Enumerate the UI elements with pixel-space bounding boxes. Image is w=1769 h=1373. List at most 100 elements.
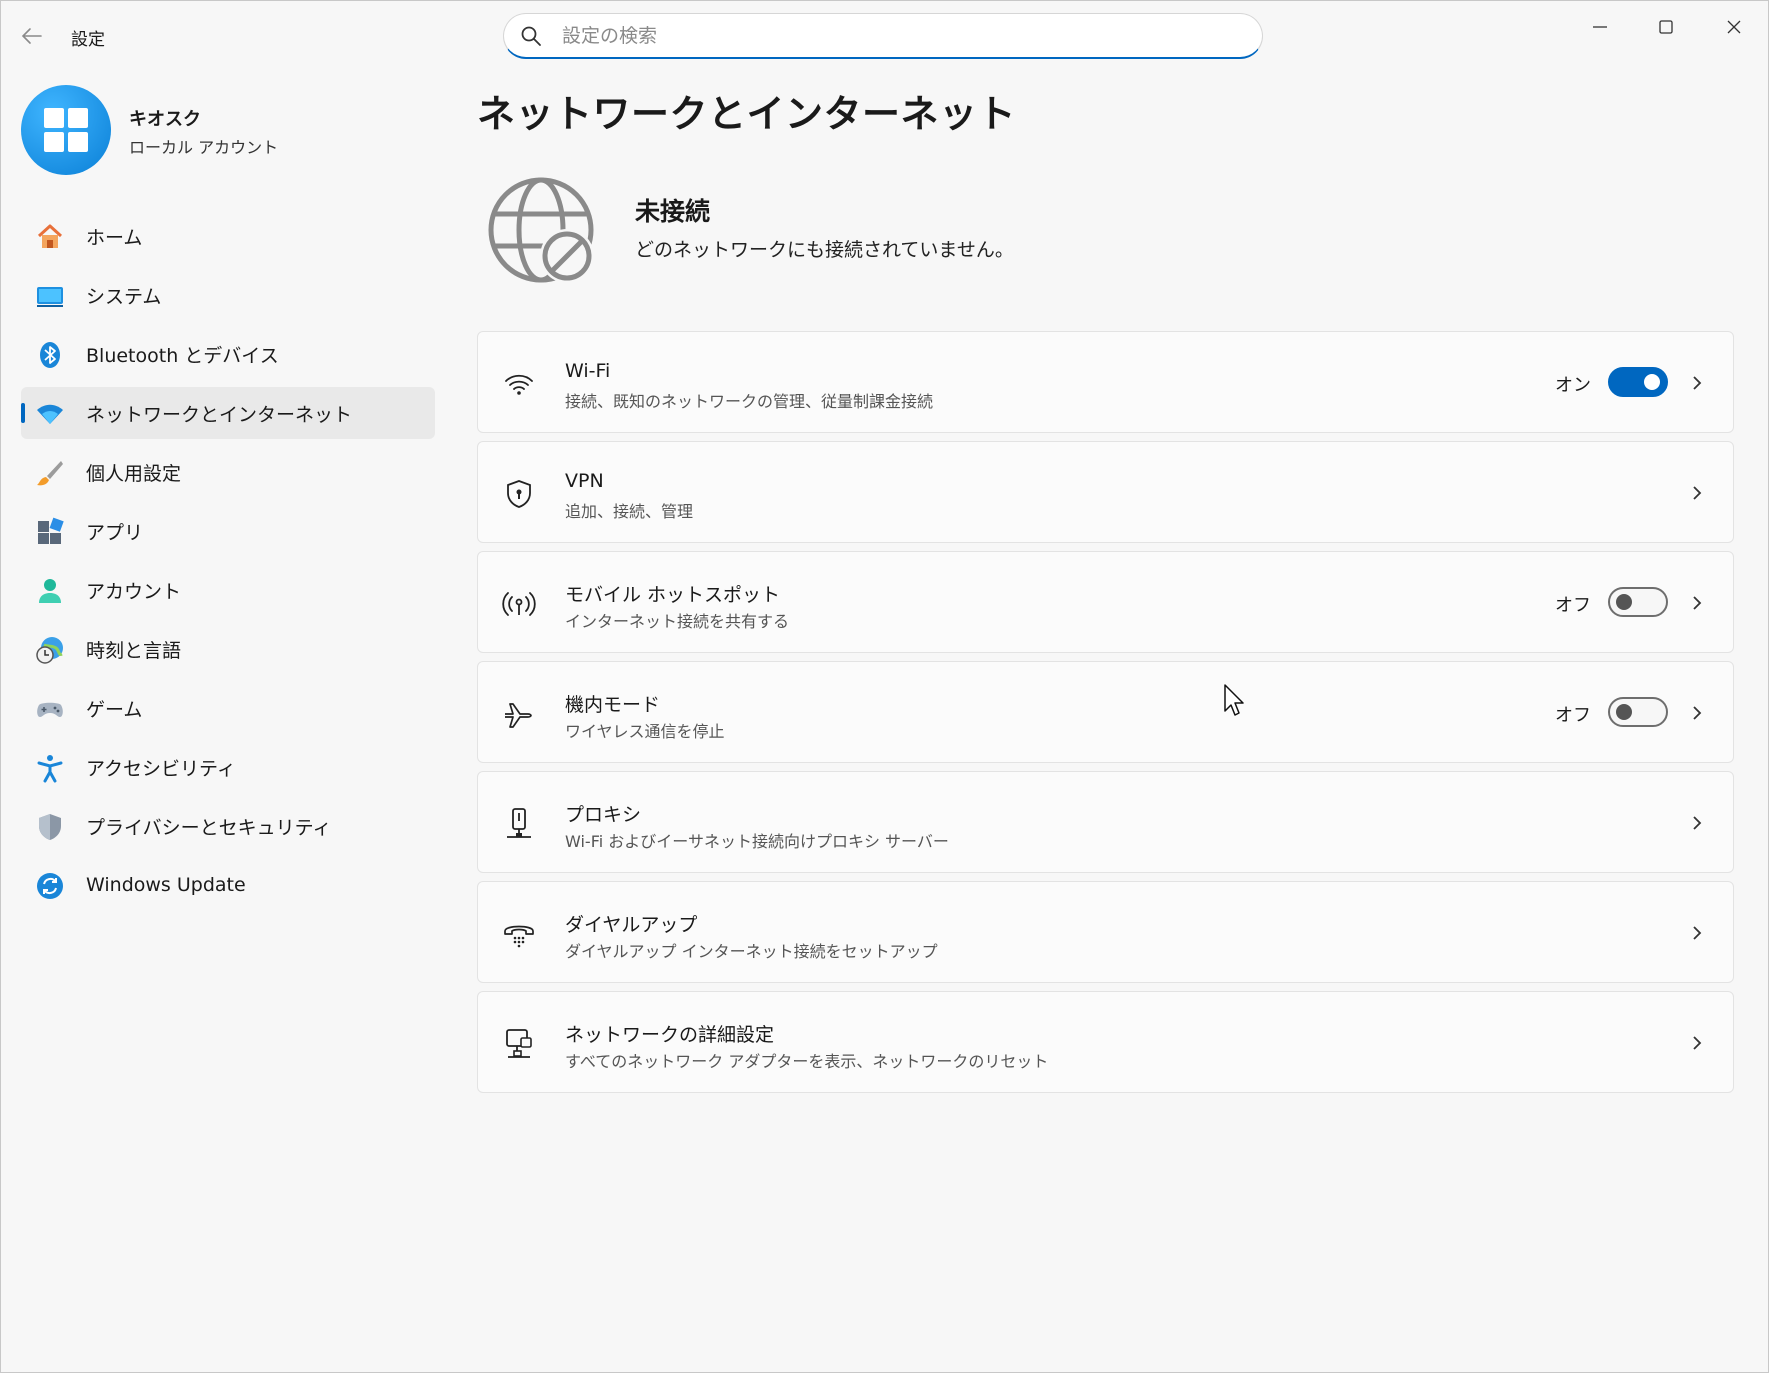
sidebar-item-system[interactable]: システム: [21, 269, 435, 321]
chevron-right-icon: [1693, 706, 1702, 720]
profile-account-type: ローカル アカウント: [129, 138, 279, 157]
sidebar-item-label: プライバシーとセキュリティ: [86, 816, 332, 839]
card-airplane-mode[interactable]: 機内モード ワイヤレス通信を停止 オフ: [477, 661, 1734, 763]
card-title: モバイル ホットスポット: [565, 584, 781, 606]
sidebar-item-label: Bluetooth とデバイス: [86, 344, 279, 367]
windows-logo-icon: [44, 108, 88, 152]
card-subtitle: すべてのネットワーク アダプターを表示、ネットワークのリセット: [565, 1052, 1049, 1071]
gamepad-icon: [37, 702, 63, 717]
wifi-toggle[interactable]: [1608, 367, 1668, 397]
home-icon: [37, 224, 63, 248]
sidebar-item-network[interactable]: ネットワークとインターネット: [21, 387, 435, 439]
close-button[interactable]: [1714, 13, 1754, 41]
sidebar-item-label: システム: [86, 285, 162, 308]
card-vpn[interactable]: VPN 追加、接続、管理: [477, 441, 1734, 543]
hotspot-toggle[interactable]: [1608, 587, 1668, 617]
card-title: ネットワークの詳細設定: [565, 1024, 775, 1046]
card-title: Wi-Fi: [565, 360, 611, 382]
app-title: 設定: [71, 30, 105, 50]
card-advanced-network-settings[interactable]: ネットワークの詳細設定 すべてのネットワーク アダプターを表示、ネットワークのリ…: [477, 991, 1734, 1093]
card-mobile-hotspot[interactable]: モバイル ホットスポット インターネット接続を共有する オフ: [477, 551, 1734, 653]
airplane-icon: [505, 703, 532, 728]
card-title: VPN: [565, 470, 604, 492]
card-subtitle: ワイヤレス通信を停止: [565, 722, 725, 741]
chevron-right-icon: [1693, 486, 1702, 500]
toggle-state-label: オフ: [1555, 705, 1591, 726]
sidebar-item-personalization[interactable]: 個人用設定: [21, 446, 435, 498]
sidebar-item-label: ネットワークとインターネット: [86, 403, 353, 426]
bluetooth-icon: [40, 342, 60, 368]
proxy-icon: [507, 808, 531, 838]
card-title: ダイヤルアップ: [565, 914, 698, 936]
wifi-icon: [505, 374, 533, 395]
chevron-right-icon: [1693, 1036, 1702, 1050]
card-title: プロキシ: [565, 804, 642, 826]
sidebar-item-privacy-security[interactable]: プライバシーとセキュリティ: [21, 800, 435, 852]
hotspot-icon: [502, 592, 536, 616]
mouse-pointer-icon: [1224, 684, 1244, 716]
chevron-right-icon: [1693, 926, 1702, 940]
vpn-shield-icon: [507, 480, 531, 508]
brush-icon: [37, 461, 63, 486]
sidebar-item-label: 時刻と言語: [86, 639, 182, 662]
card-dialup[interactable]: ダイヤルアップ ダイヤルアップ インターネット接続をセットアップ: [477, 881, 1734, 983]
system-icon: [37, 287, 63, 307]
card-proxy[interactable]: プロキシ Wi-Fi およびイーサネット接続向けプロキシ サーバー: [477, 771, 1734, 873]
sidebar-item-apps[interactable]: アプリ: [21, 505, 435, 557]
connection-status-title: 未接続: [635, 197, 711, 226]
wifi-icon: [37, 404, 63, 424]
avatar: [21, 85, 111, 175]
arrow-left-icon: [21, 28, 42, 44]
search-box[interactable]: [503, 13, 1263, 59]
back-button[interactable]: [19, 23, 45, 49]
sidebar-item-label: アプリ: [86, 521, 144, 544]
network-advanced-icon: [506, 1029, 532, 1058]
apps-icon: [38, 517, 64, 544]
sidebar-nav: ホーム システム Bluetooth とデバイス ネットワークとインターネット: [21, 210, 435, 918]
account-icon: [39, 579, 61, 603]
card-title: 機内モード: [565, 694, 661, 716]
card-subtitle: ダイヤルアップ インターネット接続をセットアップ: [565, 942, 938, 961]
minimize-icon: [1593, 26, 1607, 28]
sidebar-item-accounts[interactable]: アカウント: [21, 564, 435, 616]
page-title: ネットワークとインターネット: [477, 92, 1017, 136]
sidebar-item-label: ゲーム: [86, 698, 143, 721]
chevron-right-icon: [1693, 816, 1702, 830]
card-subtitle: インターネット接続を共有する: [565, 612, 790, 631]
card-subtitle: 追加、接続、管理: [565, 502, 694, 521]
card-wifi[interactable]: Wi-Fi 接続、既知のネットワークの管理、従量制課金接続 オン: [477, 331, 1734, 433]
search-icon: [521, 26, 541, 46]
settings-list: Wi-Fi 接続、既知のネットワークの管理、従量制課金接続 オン VPN 追加、…: [477, 331, 1734, 1101]
sidebar-item-time-language[interactable]: 時刻と言語: [21, 623, 435, 675]
toggle-state-label: オフ: [1555, 595, 1591, 616]
sidebar-item-bluetooth[interactable]: Bluetooth とデバイス: [21, 328, 435, 380]
sidebar-item-windows-update[interactable]: Windows Update: [21, 859, 435, 911]
search-input[interactable]: [562, 22, 1222, 50]
title-bar: 設定: [1, 1, 1768, 71]
sidebar-item-home[interactable]: ホーム: [21, 210, 435, 262]
connection-status-subtitle: どのネットワークにも接続されていません。: [635, 239, 1014, 261]
accessibility-icon: [37, 755, 63, 783]
maximize-button[interactable]: [1646, 13, 1686, 41]
airplane-mode-toggle[interactable]: [1608, 697, 1668, 727]
user-profile[interactable]: キオスク ローカル アカウント: [21, 85, 421, 177]
chevron-right-icon: [1693, 376, 1702, 390]
sidebar-item-gaming[interactable]: ゲーム: [21, 682, 435, 734]
settings-window: 設定 キオスク ローカル アカウント: [0, 0, 1769, 1373]
dialup-icon: [504, 925, 534, 948]
windows-update-icon: [37, 873, 63, 899]
shield-icon: [39, 814, 61, 840]
sidebar-item-label: アクセシビリティ: [86, 757, 236, 780]
close-icon: [1727, 20, 1741, 34]
profile-name: キオスク: [129, 109, 201, 130]
globe-disconnected-icon: [488, 177, 594, 283]
toggle-state-label: オン: [1555, 375, 1591, 396]
sidebar-item-label: Windows Update: [86, 874, 246, 896]
sidebar-item-label: アカウント: [86, 580, 182, 603]
maximize-icon: [1659, 20, 1673, 34]
sidebar-item-accessibility[interactable]: アクセシビリティ: [21, 741, 435, 793]
minimize-button[interactable]: [1580, 13, 1620, 41]
chevron-right-icon: [1693, 596, 1702, 610]
time-language-icon: [36, 637, 63, 664]
sidebar-item-label: 個人用設定: [86, 462, 182, 485]
